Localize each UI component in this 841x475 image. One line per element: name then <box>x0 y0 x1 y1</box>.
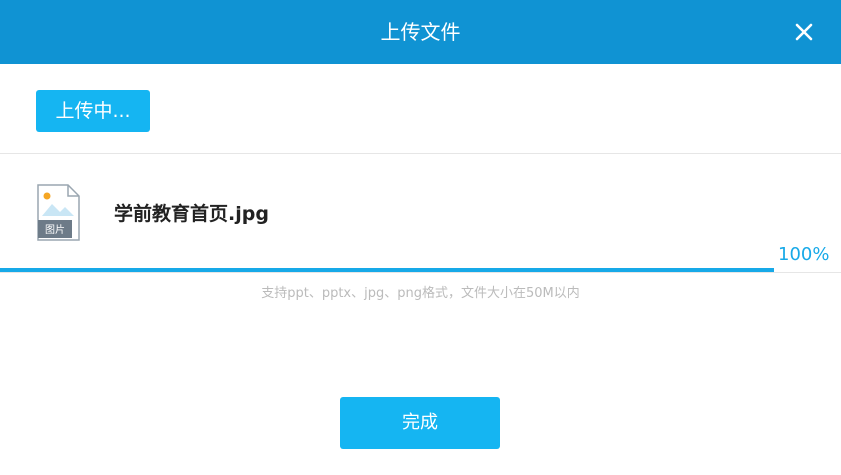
progress-percent: 100% <box>778 244 830 265</box>
close-icon[interactable] <box>792 20 816 44</box>
upload-button[interactable]: 上传中... <box>36 90 150 132</box>
format-hint: 支持ppt、pptx、jpg、png格式，文件大小在50M以内 <box>261 286 580 301</box>
image-file-icon: 图片 <box>37 184 80 241</box>
divider <box>0 153 841 154</box>
dialog-header: 上传文件 <box>0 0 841 64</box>
done-button[interactable]: 完成 <box>340 397 500 449</box>
dialog-title: 上传文件 <box>380 20 461 44</box>
file-type-label: 图片 <box>45 223 65 236</box>
divider <box>0 272 841 273</box>
file-name: 学前教育首页.jpg <box>114 203 269 225</box>
upload-dialog: 上传文件 上传中... 图片 学前教育首页.jpg 100% 支持ppt、ppt… <box>0 0 841 475</box>
